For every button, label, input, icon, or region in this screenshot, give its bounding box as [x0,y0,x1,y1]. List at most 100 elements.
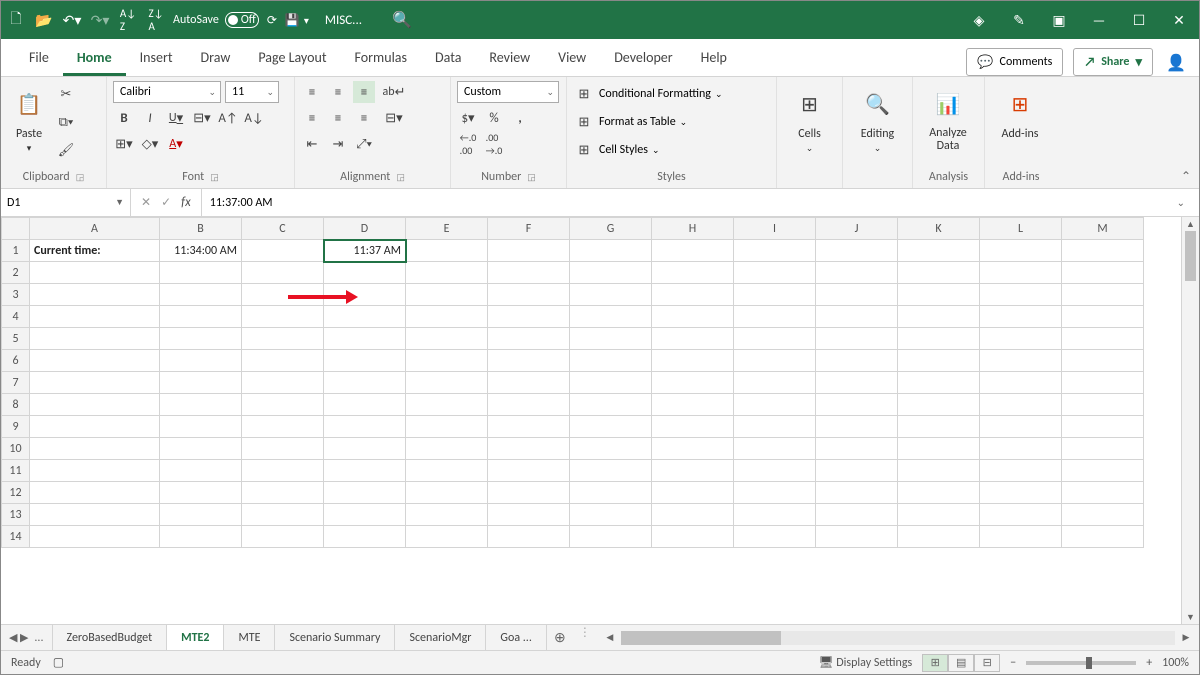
cell[interactable] [488,262,570,284]
cell[interactable] [734,504,816,526]
maximize-icon[interactable]: ☐ [1129,10,1149,30]
cell[interactable] [1062,504,1144,526]
cell[interactable] [652,240,734,262]
decrease-font-icon[interactable]: A↓ [243,107,265,129]
tab-page-layout[interactable]: Page Layout [244,41,340,76]
cell[interactable] [898,416,980,438]
enter-formula-icon[interactable]: ✓ [161,195,171,210]
cell[interactable] [898,262,980,284]
cell[interactable] [816,526,898,548]
cell[interactable] [324,350,406,372]
cell[interactable] [570,328,652,350]
tab-draw[interactable]: Draw [187,41,245,76]
cell[interactable] [406,350,488,372]
cell[interactable] [406,526,488,548]
scroll-right-icon[interactable]: ▶ [1179,632,1193,643]
cell[interactable] [488,284,570,306]
comments-button[interactable]: 💬 Comments [966,48,1063,76]
cell[interactable] [324,526,406,548]
cell[interactable] [488,240,570,262]
dialog-launcher-icon[interactable]: ◲ [527,172,536,183]
tab-home[interactable]: Home [63,41,126,76]
cell[interactable] [570,262,652,284]
cell[interactable] [980,526,1062,548]
cell[interactable] [652,394,734,416]
cell[interactable] [570,460,652,482]
cell[interactable] [488,328,570,350]
tab-data[interactable]: Data [421,41,475,76]
cell[interactable] [30,262,160,284]
cell[interactable] [30,460,160,482]
cell[interactable] [734,416,816,438]
row-header[interactable]: 6 [2,350,30,372]
cell[interactable] [1062,262,1144,284]
cell[interactable] [242,328,324,350]
cell[interactable] [980,284,1062,306]
new-file-icon[interactable]: 🗋 [7,11,25,29]
cell[interactable] [30,350,160,372]
cell[interactable] [652,526,734,548]
cell[interactable] [816,350,898,372]
cell[interactable] [816,504,898,526]
cell[interactable] [488,306,570,328]
format-as-table-button[interactable]: ⊞Format as Table ⌄ [573,111,687,133]
editing-button[interactable]: 🔍Editing⌄ [849,81,906,154]
tab-developer[interactable]: Developer [600,41,686,76]
cell[interactable] [898,328,980,350]
align-top-icon[interactable]: ≡ [301,81,323,103]
cell[interactable] [324,482,406,504]
cell[interactable] [242,526,324,548]
cell[interactable] [980,240,1062,262]
cell[interactable] [406,504,488,526]
cell[interactable] [488,438,570,460]
cell[interactable] [652,328,734,350]
merge-icon[interactable]: ⊟▾ [379,107,409,129]
cell[interactable] [980,350,1062,372]
cell[interactable] [488,394,570,416]
search-icon[interactable]: 🔍 [392,10,412,30]
cell[interactable] [406,262,488,284]
cell[interactable] [406,482,488,504]
increase-indent-icon[interactable]: ⇥ [327,133,349,155]
cell[interactable] [242,482,324,504]
cell[interactable] [406,284,488,306]
row-header[interactable]: 13 [2,504,30,526]
cell[interactable] [898,438,980,460]
cell[interactable] [734,306,816,328]
cell[interactable] [570,284,652,306]
column-header[interactable]: A [30,218,160,240]
cell[interactable] [324,262,406,284]
align-middle-icon[interactable]: ≡ [327,81,349,103]
row-header[interactable]: 1 [2,240,30,262]
cell[interactable] [570,416,652,438]
cell[interactable] [734,262,816,284]
cell[interactable] [734,394,816,416]
cell[interactable] [652,284,734,306]
cell[interactable] [324,372,406,394]
scroll-up-icon[interactable]: ▲ [1182,217,1199,231]
cell[interactable] [30,438,160,460]
cell[interactable]: Current time: [30,240,160,262]
cell[interactable] [406,372,488,394]
cell[interactable] [898,284,980,306]
cell[interactable] [406,416,488,438]
italic-button[interactable]: I [139,107,161,129]
cell[interactable] [242,240,324,262]
macro-record-icon[interactable]: ▢ [53,655,64,670]
row-header[interactable]: 8 [2,394,30,416]
cell[interactable] [734,372,816,394]
column-header[interactable]: L [980,218,1062,240]
sort-desc-icon[interactable]: Z↓A [147,11,165,29]
cell[interactable] [324,328,406,350]
increase-font-icon[interactable]: A↑ [217,107,239,129]
column-header[interactable]: B [160,218,242,240]
cell[interactable] [980,460,1062,482]
zoom-level[interactable]: 100% [1162,656,1189,670]
cell[interactable] [1062,240,1144,262]
cell[interactable] [30,482,160,504]
underline-button[interactable]: U▾ [165,107,187,129]
cell[interactable] [816,416,898,438]
cell[interactable] [1062,284,1144,306]
cell[interactable] [324,284,406,306]
zoom-slider[interactable] [1026,661,1136,665]
